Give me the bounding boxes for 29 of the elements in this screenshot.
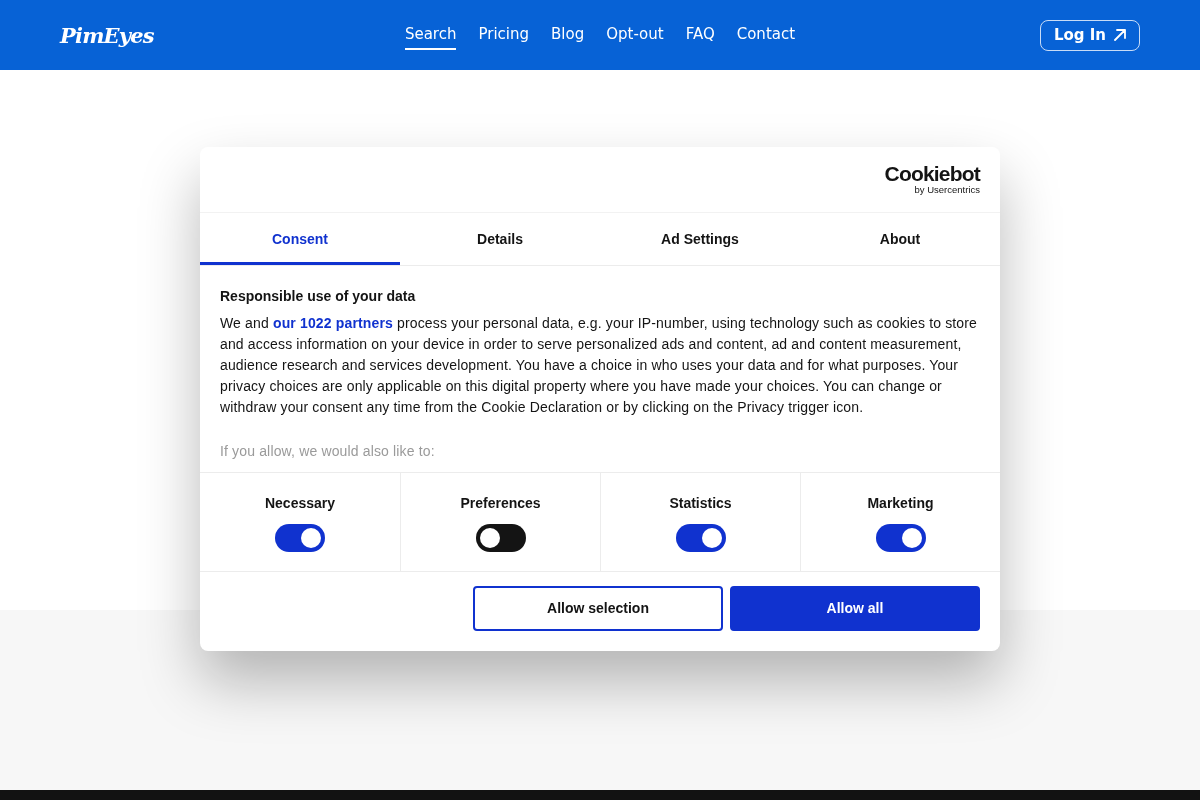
site-logo[interactable]: PimEyes <box>60 24 154 46</box>
login-button[interactable]: Log In <box>1039 19 1140 51</box>
consent-description: We and our 1022 partners process your personal data, e.g. your IP-number, using technology such as cookies to store and access information on your device in order to serve personalized ads and content, ad and content measurement, audience research and services development. You have a choice in who uses your data and for what purposes. Your privacy choices are only applicable on this digital property where you have made your choices. You can change or withdraw your consent any time from the Cookie Declaration or by clicking on the Privacy trigger icon. <box>220 314 979 417</box>
toggle-switch[interactable] <box>675 524 726 552</box>
dialog-heading: Responsible use of your data <box>220 288 417 304</box>
dialog-tab[interactable]: Consent <box>200 213 400 265</box>
faded-intro-text: If you allow, we would also like to: <box>220 442 436 461</box>
dialog-tab[interactable]: Details <box>400 213 600 265</box>
nav-link[interactable]: Contact <box>736 20 796 50</box>
toggle-label: Marketing <box>867 495 934 511</box>
toggle-switch[interactable] <box>275 524 325 552</box>
toggle-switch[interactable] <box>875 524 926 552</box>
nav-link[interactable]: Pricing <box>478 20 529 50</box>
allow-selection-button[interactable]: Allow selection <box>473 586 723 631</box>
allow-all-button[interactable]: Allow all <box>730 586 980 631</box>
partners-link[interactable]: our 1022 partners <box>272 315 393 331</box>
dialog-tab[interactable]: Ad Settings <box>600 213 800 265</box>
brand-logo: Cookiebot <box>884 164 980 184</box>
dialog-tab[interactable]: About <box>800 213 1000 265</box>
nav-link[interactable]: Search <box>404 20 457 50</box>
toggle-switch[interactable] <box>475 524 526 552</box>
toggle-label: Statistics <box>669 495 732 511</box>
brand-byline: by Usercentrics <box>914 184 980 195</box>
nav-link[interactable]: Blog <box>551 20 585 50</box>
nav-link[interactable]: Opt-out <box>606 20 664 50</box>
nav-link[interactable]: FAQ <box>685 20 715 50</box>
arrow-up-right-icon <box>1114 29 1126 41</box>
toggle-label: Preferences <box>460 495 541 511</box>
toggle-label: Necessary <box>264 495 336 511</box>
